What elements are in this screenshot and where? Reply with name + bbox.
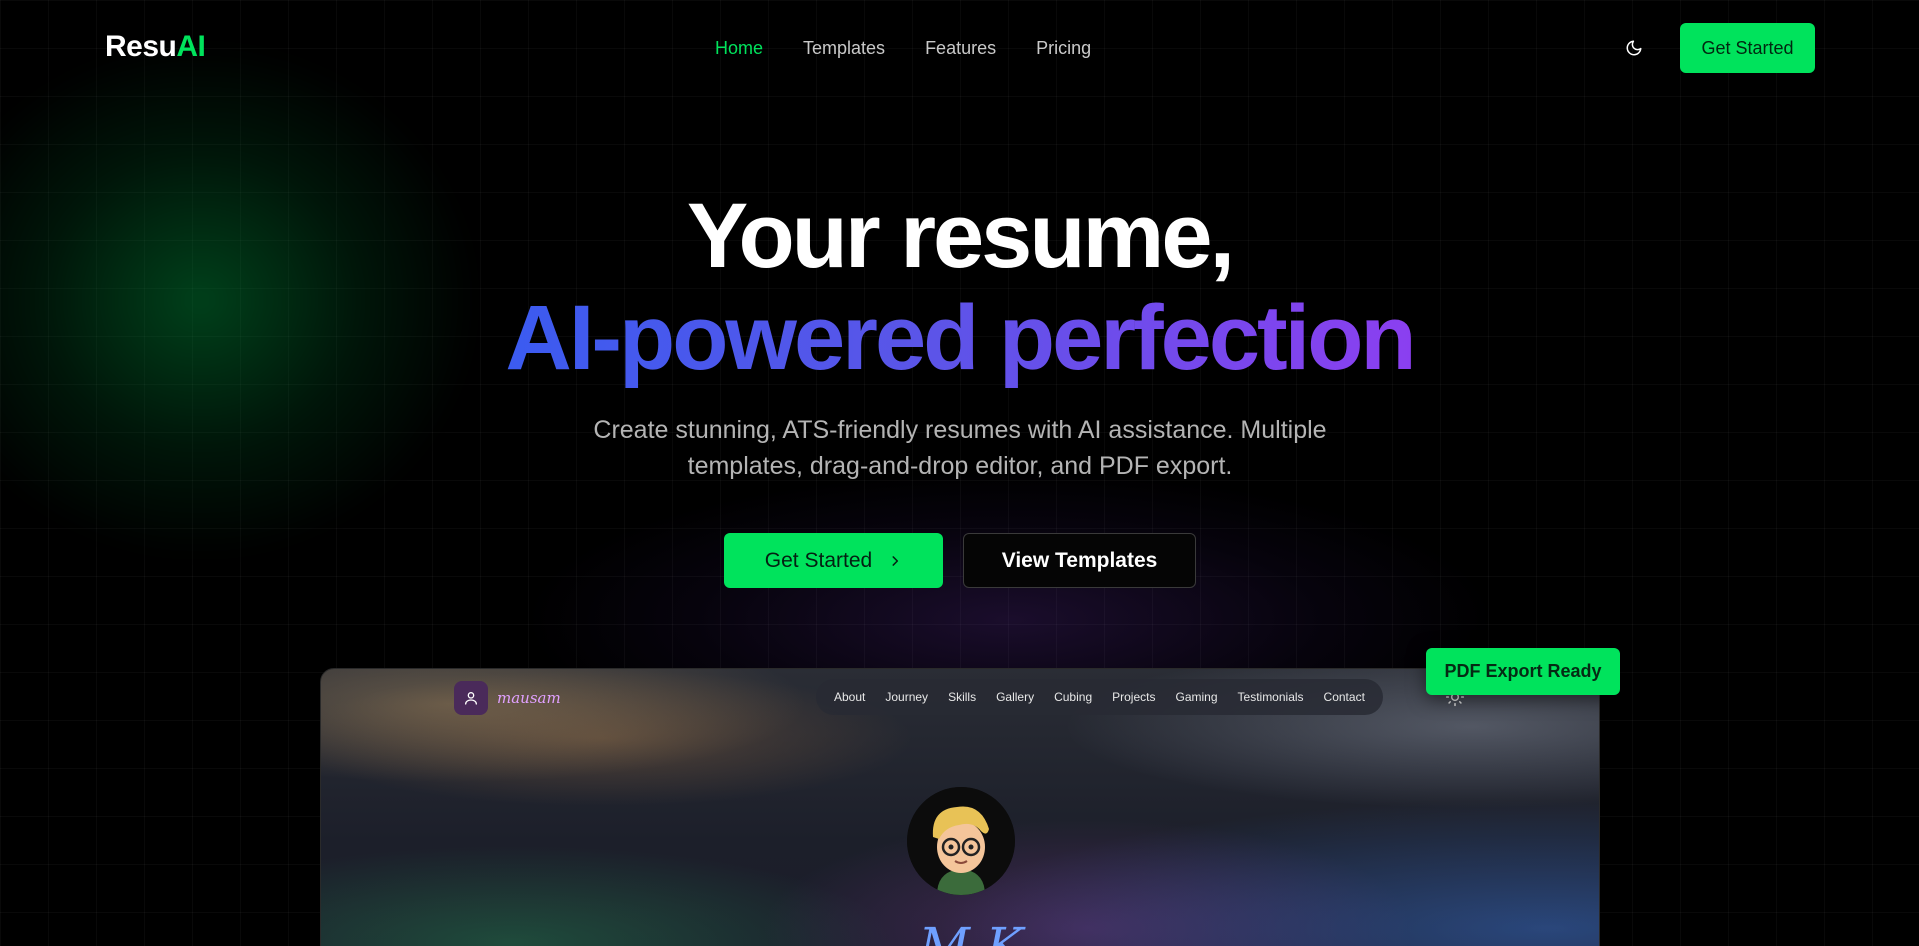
theme-toggle-button[interactable] [1620, 34, 1648, 62]
preview-nav-gallery[interactable]: Gallery [996, 690, 1034, 704]
avatar-illustration [907, 787, 1015, 895]
preview-nav-contact[interactable]: Contact [1324, 690, 1365, 704]
preview-brand-name: mausam [497, 689, 561, 707]
moon-icon [1626, 40, 1642, 56]
preview-nav-gaming[interactable]: Gaming [1175, 690, 1217, 704]
preview-nav: About Journey Skills Gallery Cubing Proj… [816, 679, 1383, 715]
hero-get-started-label: Get Started [764, 548, 873, 572]
preview-avatar [907, 787, 1015, 895]
nav-link-home[interactable]: Home [715, 38, 763, 59]
brand-logo[interactable]: ResuAI [105, 30, 206, 64]
preview-nav-journey[interactable]: Journey [885, 690, 928, 704]
hero-title-gradient-text: AI-powered perfection [505, 287, 1416, 389]
nav-link-features[interactable]: Features [925, 38, 996, 59]
hero-title-line1: Your resume, [686, 185, 1235, 287]
top-navbar: ResuAI Home Templates Features Pricing G… [0, 0, 1919, 96]
preview-nav-about[interactable]: About [834, 690, 865, 704]
preview-logo[interactable] [454, 681, 488, 715]
nav-link-templates[interactable]: Templates [803, 38, 885, 59]
preview-nav-projects[interactable]: Projects [1112, 690, 1155, 704]
user-icon [465, 692, 477, 705]
preview-nav-skills[interactable]: Skills [948, 690, 976, 704]
pdf-export-badge: PDF Export Ready [1426, 648, 1620, 695]
preview-name-heading: M K [918, 917, 1024, 946]
template-preview: mausam About Journey Skills Gallery Cubi… [320, 668, 1600, 946]
preview-nav-testimonials[interactable]: Testimonials [1238, 690, 1304, 704]
hero-subtitle: Create stunning, ATS-friendly resumes wi… [593, 416, 1327, 480]
view-templates-button[interactable]: View Templates [963, 533, 1196, 588]
nav-get-started-button[interactable]: Get Started [1680, 23, 1815, 73]
brand-name-main: Resu [105, 30, 177, 63]
nav-link-pricing[interactable]: Pricing [1036, 38, 1091, 59]
chevron-right-icon [892, 555, 899, 566]
preview-nav-cubing[interactable]: Cubing [1054, 690, 1092, 704]
brand-name-accent: AI [176, 30, 206, 63]
hero-title-line2: AI-powered perfection [0, 290, 1919, 387]
hero-get-started-button[interactable]: Get Started [724, 533, 943, 588]
main-nav: Home Templates Features Pricing [715, 38, 1091, 59]
